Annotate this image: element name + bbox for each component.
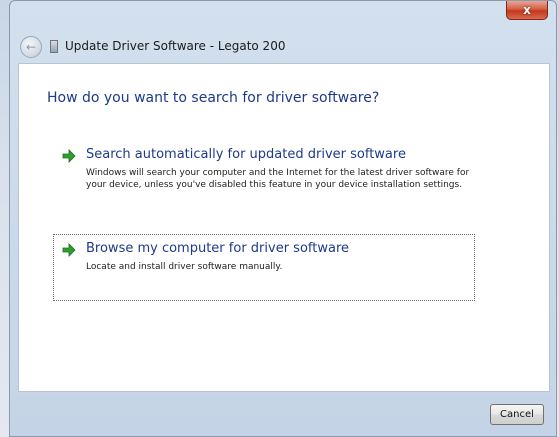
dialog-footer: Cancel [10,392,556,436]
option-description: Windows will search your computer and th… [86,168,470,190]
close-button[interactable]: x [506,1,548,20]
green-arrow-icon [62,243,76,257]
page-heading: How do you want to search for driver sof… [47,90,380,106]
back-button[interactable]: ← [20,36,42,58]
back-arrow-icon: ← [25,40,37,54]
dialog-title: Update Driver Software - Legato 200 [65,39,286,53]
update-driver-dialog: x ← Update Driver Software - Legato 200 … [9,0,557,437]
browse-computer-option[interactable]: Browse my computer for driver software L… [53,234,475,301]
option-title: Browse my computer for driver software [86,241,349,256]
option-title: Search automatically for updated driver … [86,147,406,162]
device-icon [50,40,58,53]
dialog-header: ← Update Driver Software - Legato 200 [10,29,556,63]
close-icon: x [523,3,531,17]
cancel-button[interactable]: Cancel [490,404,544,425]
option-description: Locate and install driver software manua… [86,262,283,272]
green-arrow-icon [62,149,76,163]
search-automatically-option[interactable]: Search automatically for updated driver … [53,140,483,214]
content-panel: How do you want to search for driver sof… [18,63,550,392]
